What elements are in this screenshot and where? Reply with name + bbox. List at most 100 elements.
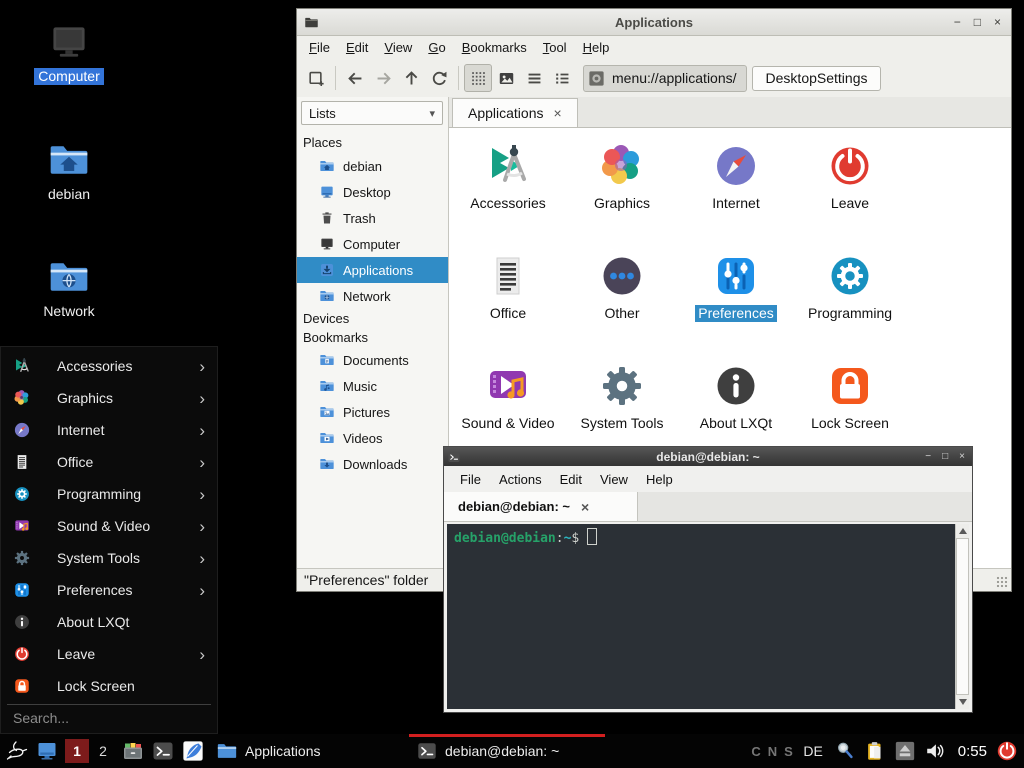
resize-grip[interactable] [996, 576, 1009, 589]
menu-item-lock-screen[interactable]: Lock Screen [1, 670, 217, 702]
sound-video-icon [13, 517, 31, 535]
desktop-icon-network[interactable]: Network [31, 255, 107, 320]
workspace-2-button[interactable]: 2 [91, 739, 115, 763]
desktop-icon-computer[interactable]: Computer [31, 20, 107, 85]
minimize-button[interactable]: − [954, 15, 961, 29]
clipboard-manager-icon[interactable] [864, 740, 886, 762]
desktop-settings-button[interactable]: DesktopSettings [752, 66, 882, 91]
sidebar-item-videos[interactable]: Videos [301, 425, 448, 451]
menu-file[interactable]: File [301, 38, 338, 57]
menu-help[interactable]: Help [637, 470, 682, 489]
close-button[interactable]: × [959, 451, 965, 462]
sidebar-item-desktop[interactable]: Desktop [301, 179, 448, 205]
sidebar-item-trash[interactable]: Trash [301, 205, 448, 231]
menu-view[interactable]: View [591, 470, 637, 489]
reload-button[interactable] [425, 64, 453, 92]
menu-item-graphics[interactable]: Graphics › [1, 382, 217, 414]
removable-media-eject-icon[interactable] [894, 740, 916, 762]
menu-item-label: Sound & Video [57, 518, 150, 534]
menu-edit[interactable]: Edit [551, 470, 591, 489]
terminal-screen[interactable]: debian@debian:~$ [447, 524, 955, 709]
minimize-button[interactable]: − [925, 451, 931, 462]
sidebar-item-music[interactable]: Music [301, 373, 448, 399]
workspace-1-button[interactable]: 1 [65, 739, 89, 763]
maximize-button[interactable]: □ [974, 15, 981, 29]
new-tab-button[interactable] [302, 64, 330, 92]
sidebar-item-downloads[interactable]: Downloads [301, 451, 448, 477]
pictures-folder-icon [319, 404, 335, 420]
detailed-view-button[interactable] [548, 64, 576, 92]
menu-view[interactable]: View [376, 38, 420, 57]
up-button[interactable] [397, 64, 425, 92]
show-desktop-button[interactable] [35, 739, 59, 763]
menu-edit[interactable]: Edit [338, 38, 376, 57]
menu-actions[interactable]: Actions [490, 470, 551, 489]
terminal-titlebar[interactable]: debian@debian: ~ − □ × [444, 447, 972, 466]
tab-applications[interactable]: Applications × [452, 98, 578, 127]
sidebar-item-network[interactable]: Network [301, 283, 448, 309]
taskbar-task-applications[interactable]: Applications [209, 734, 409, 768]
compact-view-button[interactable] [520, 64, 548, 92]
app-category-programming[interactable]: Programming [793, 244, 907, 354]
menu-file[interactable]: File [451, 470, 490, 489]
app-category-office[interactable]: Office [451, 244, 565, 354]
sidebar-mode-combo[interactable]: Lists ▾ [301, 101, 443, 125]
screenshot-tool-icon[interactable] [834, 740, 856, 762]
power-button[interactable] [995, 739, 1019, 763]
menu-item-sound-video[interactable]: Sound & Video › [1, 510, 217, 542]
app-category-graphics[interactable]: Graphics [565, 134, 679, 244]
tab-close-icon[interactable]: × [581, 499, 589, 515]
menu-item-system-tools[interactable]: System Tools › [1, 542, 217, 574]
quicklaunch-terminal[interactable] [151, 739, 175, 763]
menu-tool[interactable]: Tool [535, 38, 575, 57]
sidebar-item-computer[interactable]: Computer [301, 231, 448, 257]
app-category-internet[interactable]: Internet [679, 134, 793, 244]
menu-item-about-lxqt[interactable]: About LXQt [1, 606, 217, 638]
sidebar-item-documents[interactable]: Documents [301, 347, 448, 373]
desktop-icon-debian[interactable]: debian [31, 138, 107, 203]
menu-help[interactable]: Help [575, 38, 618, 57]
fm-toolbar: menu://applications/ DesktopSettings [297, 59, 1011, 98]
sidebar-item-applications[interactable]: Applications [297, 257, 448, 283]
submenu-arrow-icon: › [199, 358, 205, 375]
app-category-other[interactable]: Other [565, 244, 679, 354]
back-button[interactable] [341, 64, 369, 92]
sidebar-item-pictures[interactable]: Pictures [301, 399, 448, 425]
menu-item-preferences[interactable]: Preferences › [1, 574, 217, 606]
tab-close-icon[interactable]: × [554, 105, 562, 121]
quicklaunch-file-manager[interactable] [121, 739, 145, 763]
close-button[interactable]: × [994, 15, 1001, 29]
thumbnail-view-button[interactable] [492, 64, 520, 92]
menu-search-input[interactable] [11, 709, 207, 727]
taskbar-task-terminal[interactable]: debian@debian: ~ [409, 734, 605, 768]
app-category-preferences[interactable]: Preferences [679, 244, 793, 354]
terminal-tab[interactable]: debian@debian: ~ × [444, 492, 638, 521]
main-menu-button[interactable] [5, 739, 29, 763]
path-bar[interactable]: menu://applications/ [583, 65, 747, 92]
quicklaunch-text-editor[interactable] [181, 739, 205, 763]
scroll-up-arrow-icon[interactable] [959, 528, 967, 534]
sidebar-item-debian[interactable]: debian [301, 153, 448, 179]
menu-bookmarks[interactable]: Bookmarks [454, 38, 535, 57]
app-category-accessories[interactable]: Accessories [451, 134, 565, 244]
prompt-user: debian@debian [454, 531, 556, 546]
clock[interactable]: 0:55 [958, 743, 987, 760]
keyboard-layout-indicator[interactable]: DE [803, 743, 822, 759]
lock-icon [13, 677, 31, 695]
documents-folder-icon [319, 352, 335, 368]
menu-item-office[interactable]: Office › [1, 446, 217, 478]
fm-titlebar[interactable]: Applications − □ × [297, 9, 1011, 36]
terminal-scrollbar[interactable] [955, 524, 969, 709]
icon-view-button[interactable] [464, 64, 492, 92]
menu-item-leave[interactable]: Leave › [1, 638, 217, 670]
menu-item-programming[interactable]: Programming › [1, 478, 217, 510]
menu-item-internet[interactable]: Internet › [1, 414, 217, 446]
scrollbar-thumb[interactable] [956, 538, 969, 695]
maximize-button[interactable]: □ [942, 451, 948, 462]
menu-item-accessories[interactable]: Accessories › [1, 350, 217, 382]
scroll-down-arrow-icon[interactable] [959, 699, 967, 705]
app-category-leave[interactable]: Leave [793, 134, 907, 244]
videos-folder-icon [319, 430, 335, 446]
menu-go[interactable]: Go [420, 38, 453, 57]
volume-icon[interactable] [924, 740, 946, 762]
